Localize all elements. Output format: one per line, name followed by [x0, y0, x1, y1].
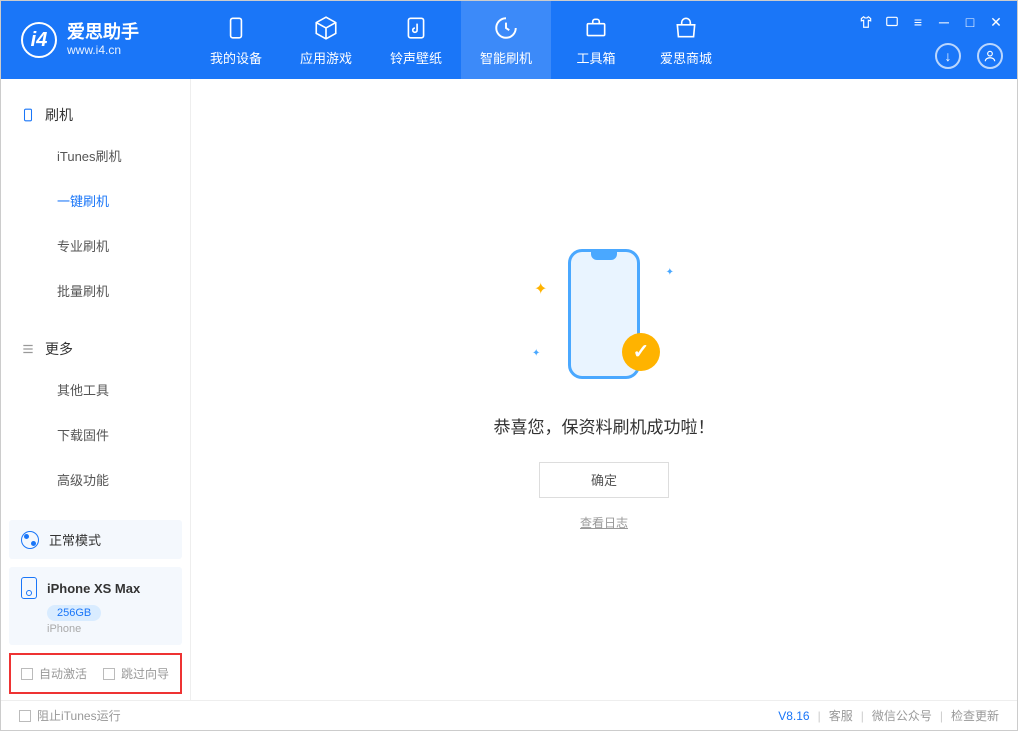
section-title: 更多	[45, 339, 73, 359]
phone-icon	[21, 106, 35, 124]
body-area: 刷机 iTunes刷机 一键刷机 专业刷机 批量刷机 更多 其他工具 下载固件 …	[1, 79, 1017, 700]
checkbox-label: 自动激活	[39, 665, 87, 682]
sidebar-items-more: 其他工具 下载固件 高级功能	[1, 367, 190, 502]
checkbox-label: 阻止iTunes运行	[37, 707, 121, 724]
close-icon[interactable]: ✕	[989, 15, 1003, 29]
nav-tab-ringtone[interactable]: 铃声壁纸	[371, 1, 461, 79]
sidebar-item-advanced[interactable]: 高级功能	[1, 457, 190, 502]
list-icon	[21, 340, 35, 358]
logo-text: 爱思助手 www.i4.cn	[67, 23, 139, 57]
checkbox-skip-wizard[interactable]: 跳过向导	[103, 665, 169, 682]
device-icon	[223, 14, 249, 42]
sidebar-section-more: 更多 其他工具 下载固件 高级功能	[1, 313, 190, 502]
sidebar-item-download-firmware[interactable]: 下载固件	[1, 412, 190, 457]
device-name: iPhone XS Max	[47, 581, 140, 596]
main-content: ✓ ✦ ✦ ✦ 恭喜您，保资料刷机成功啦！ 确定 查看日志	[191, 79, 1017, 700]
logo-area: i4 爱思助手 www.i4.cn	[1, 22, 191, 58]
refresh-icon	[493, 14, 519, 42]
sparkle-icon: ✦	[666, 267, 674, 278]
device-type: iPhone	[47, 623, 170, 635]
header-right: ≡ ─ □ ✕ ↓	[859, 15, 1003, 69]
nav-tab-flash[interactable]: 智能刷机	[461, 1, 551, 79]
status-label: 正常模式	[49, 530, 101, 549]
success-message: 恭喜您，保资料刷机成功啦！	[494, 413, 715, 438]
footer: 阻止iTunes运行 V8.16 | 客服 | 微信公众号 | 检查更新	[1, 700, 1017, 730]
checkbox-icon	[21, 668, 33, 680]
footer-link-update[interactable]: 检查更新	[951, 707, 999, 724]
section-title: 刷机	[45, 105, 73, 125]
app-logo-icon: i4	[21, 22, 57, 58]
sidebar-items-flash: iTunes刷机 一键刷机 专业刷机 批量刷机	[1, 133, 190, 313]
skin-icon[interactable]	[859, 15, 873, 29]
user-button[interactable]	[977, 43, 1003, 69]
view-log-link[interactable]: 查看日志	[580, 514, 628, 531]
checkbox-icon	[103, 668, 115, 680]
app-header: i4 爱思助手 www.i4.cn 我的设备 应用游戏 铃声壁纸 智能刷机 工具…	[1, 1, 1017, 79]
nav-label: 铃声壁纸	[390, 48, 442, 67]
nav-label: 爱思商城	[660, 48, 712, 67]
checkbox-row-highlighted: 自动激活 跳过向导	[9, 653, 182, 694]
maximize-icon[interactable]: □	[963, 15, 977, 29]
status-card[interactable]: 正常模式	[9, 520, 182, 559]
nav-tab-device[interactable]: 我的设备	[191, 1, 281, 79]
sparkle-icon: ✦	[534, 279, 547, 299]
header-icons: ↓	[935, 43, 1003, 69]
check-badge-icon: ✓	[622, 333, 660, 371]
nav-tab-apps[interactable]: 应用游戏	[281, 1, 371, 79]
ok-button[interactable]: 确定	[539, 462, 669, 498]
cube-icon	[313, 14, 339, 42]
sidebar-head-more: 更多	[1, 331, 190, 367]
version-label: V8.16	[778, 709, 809, 723]
window-controls: ≡ ─ □ ✕	[859, 15, 1003, 29]
minimize-icon[interactable]: ─	[937, 15, 951, 29]
music-icon	[403, 14, 429, 42]
separator: |	[940, 709, 943, 723]
sidebar-item-one-click-flash[interactable]: 一键刷机	[1, 178, 190, 223]
nav-tab-toolbox[interactable]: 工具箱	[551, 1, 641, 79]
checkbox-auto-activate[interactable]: 自动激活	[21, 665, 87, 682]
footer-link-support[interactable]: 客服	[829, 707, 853, 724]
device-phone-icon	[21, 577, 37, 599]
footer-right: V8.16 | 客服 | 微信公众号 | 检查更新	[778, 707, 999, 724]
nav-tabs: 我的设备 应用游戏 铃声壁纸 智能刷机 工具箱 爱思商城	[191, 1, 731, 79]
checkbox-label: 跳过向导	[121, 665, 169, 682]
checkbox-icon	[19, 710, 31, 722]
shop-icon	[673, 14, 699, 42]
device-row: iPhone XS Max	[21, 577, 170, 599]
checkbox-stop-itunes[interactable]: 阻止iTunes运行	[19, 707, 121, 724]
separator: |	[818, 709, 821, 723]
sidebar-item-batch-flash[interactable]: 批量刷机	[1, 268, 190, 313]
separator: |	[861, 709, 864, 723]
sidebar-head-flash: 刷机	[1, 97, 190, 133]
sidebar-item-other-tools[interactable]: 其他工具	[1, 367, 190, 412]
toolbox-icon	[583, 14, 609, 42]
sidebar-item-pro-flash[interactable]: 专业刷机	[1, 223, 190, 268]
menu-icon[interactable]: ≡	[911, 15, 925, 29]
nav-label: 应用游戏	[300, 48, 352, 67]
status-icon	[21, 531, 39, 549]
device-card[interactable]: iPhone XS Max 256GB iPhone	[9, 567, 182, 645]
sidebar-section-flash: 刷机 iTunes刷机 一键刷机 专业刷机 批量刷机	[1, 79, 190, 313]
nav-label: 我的设备	[210, 48, 262, 67]
nav-label: 智能刷机	[480, 48, 532, 67]
app-subtitle: www.i4.cn	[67, 43, 139, 57]
sidebar: 刷机 iTunes刷机 一键刷机 专业刷机 批量刷机 更多 其他工具 下载固件 …	[1, 79, 191, 700]
sparkle-icon: ✦	[532, 348, 540, 359]
download-button[interactable]: ↓	[935, 43, 961, 69]
nav-tab-shop[interactable]: 爱思商城	[641, 1, 731, 79]
footer-link-wechat[interactable]: 微信公众号	[872, 707, 932, 724]
app-title: 爱思助手	[67, 23, 139, 43]
sidebar-item-itunes-flash[interactable]: iTunes刷机	[1, 133, 190, 178]
success-illustration: ✓ ✦ ✦ ✦	[524, 249, 684, 389]
sidebar-bottom: 正常模式 iPhone XS Max 256GB iPhone 自动激活 跳过向…	[1, 512, 190, 700]
feedback-icon[interactable]	[885, 15, 899, 29]
device-storage-badge: 256GB	[47, 605, 101, 621]
nav-label: 工具箱	[576, 48, 615, 67]
